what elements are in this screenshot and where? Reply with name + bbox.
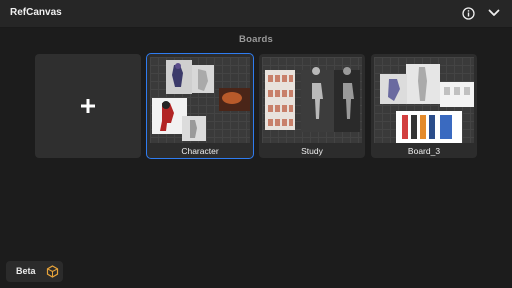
beta-button[interactable]: Beta (6, 261, 63, 282)
section-title: Boards (239, 34, 273, 45)
board-label: Character (181, 146, 219, 156)
menu-toggle-button[interactable] (486, 5, 502, 21)
hexagon-cube-icon (46, 265, 59, 278)
board-label: Study (301, 146, 323, 156)
board-thumbnail-images (380, 64, 474, 143)
board-card-character[interactable]: Character (146, 53, 254, 159)
chevron-down-icon (488, 9, 500, 16)
board-thumbnail (374, 57, 474, 143)
app-title: RefCanvas (10, 7, 62, 18)
board-thumbnail (150, 57, 252, 143)
plus-icon (81, 99, 95, 113)
board-thumbnail (262, 57, 362, 143)
info-button[interactable] (460, 5, 476, 21)
board-label: Board_3 (407, 146, 441, 156)
beta-label: Beta (16, 266, 36, 276)
board-card-study[interactable]: Study (259, 54, 365, 158)
title-bar: RefCanvas (0, 0, 512, 28)
info-circle-icon (461, 6, 475, 20)
new-board-button[interactable] (35, 54, 141, 158)
board-thumbnail-images (265, 67, 360, 132)
board-card-board-3[interactable]: Board_3 (371, 54, 477, 158)
board-thumbnail-images (152, 60, 252, 141)
